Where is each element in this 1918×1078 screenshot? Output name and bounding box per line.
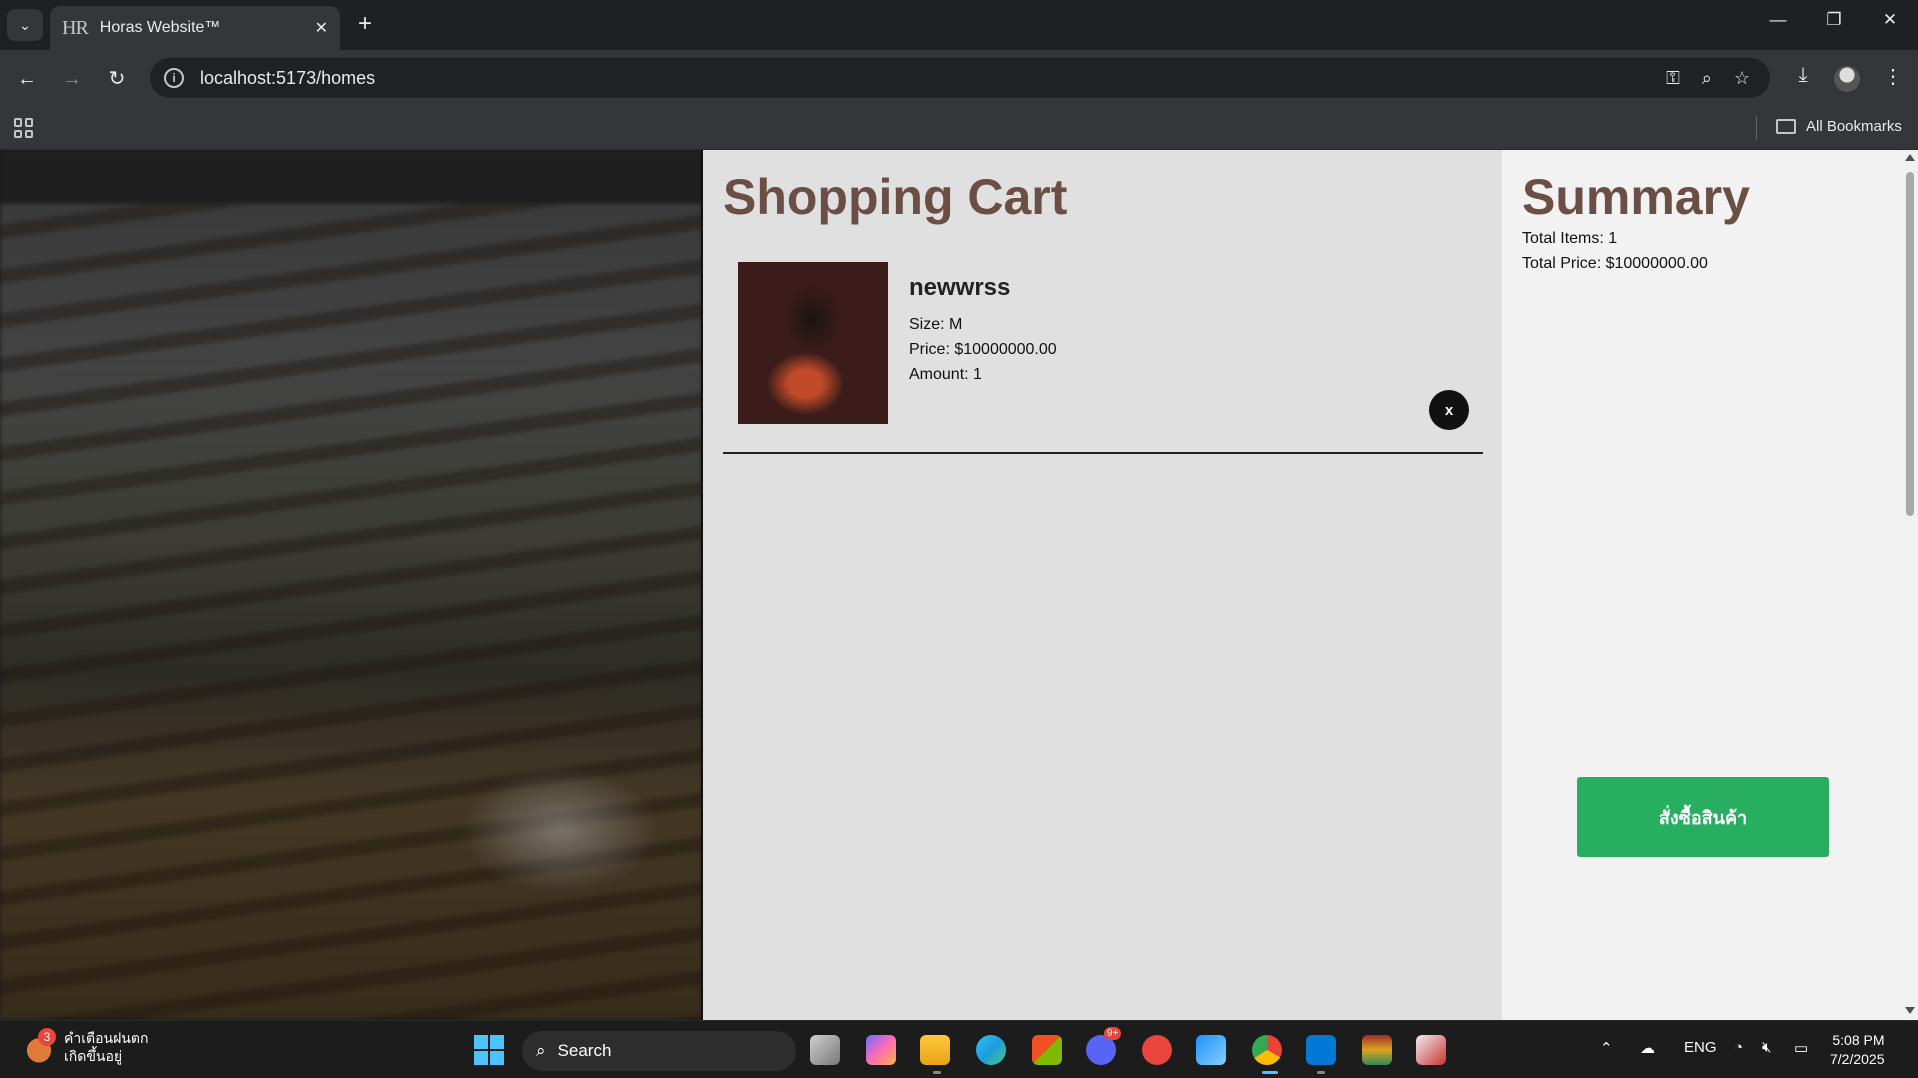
forward-icon[interactable]: → [57, 64, 87, 94]
cart-item: newwrss Size: M Price: $10000000.00 Amou… [723, 254, 1483, 454]
bookmarks-divider [1756, 116, 1757, 140]
summary-panel: Summary Total Items: 1 Total Price: $100… [1502, 150, 1902, 1020]
taskbar-search-label: Search [557, 1041, 612, 1060]
back-icon[interactable]: ← [12, 64, 42, 94]
restore-icon[interactable]: ❐ [1814, 10, 1854, 30]
scroll-up-icon[interactable] [1905, 154, 1915, 161]
wifi-icon[interactable]: ◔ [1734, 1039, 1743, 1056]
product-size: Size: M [909, 316, 963, 333]
discord-icon[interactable]: 9+ [1086, 1027, 1122, 1065]
tab-strip: ⌄ HR Horas Website™ ✕ + — ❐ ✕ [0, 0, 1918, 50]
scroll-thumb[interactable] [1906, 172, 1914, 516]
start-button[interactable] [474, 1035, 504, 1065]
site-info-icon[interactable]: i [164, 68, 184, 88]
bookmarks-bar: All Bookmarks [0, 106, 1918, 150]
task-view-icon[interactable] [810, 1035, 840, 1065]
all-bookmarks-button[interactable]: All Bookmarks [1776, 118, 1902, 135]
cart-title: Shopping Cart [723, 169, 1068, 225]
total-items: Total Items: 1 [1522, 230, 1618, 247]
photos-icon[interactable] [1196, 1035, 1226, 1065]
chevron-down-icon: ⌄ [19, 16, 31, 33]
browser-toolbar: ← → ↻ i localhost:5173/homes ⚿ ⌕ ☆ ⤓ ⋮ [0, 50, 1918, 106]
scroll-down-icon[interactable] [1905, 1007, 1915, 1014]
running-indicator [1317, 1071, 1325, 1074]
weather-widget[interactable]: 3 คำเตือนฝนตก เกิดขึ้นอยู่ [22, 1028, 149, 1065]
search-icon: ⌕ [536, 1041, 546, 1060]
summary-title: Summary [1522, 169, 1750, 225]
page-viewport: Shopping Cart newwrss Size: M Price: $10… [0, 150, 1918, 1020]
tray-chevron-icon[interactable]: ⌃ [1600, 1039, 1613, 1057]
page-scrollbar[interactable] [1902, 150, 1918, 1020]
ms-store-icon[interactable] [1032, 1035, 1062, 1065]
weather-alert-line1: คำเตือนฝนตก [64, 1030, 149, 1046]
download-icon[interactable]: ⤓ [1788, 64, 1818, 87]
battery-icon[interactable]: ▭ [1794, 1039, 1808, 1057]
product-price: Price: $10000000.00 [909, 341, 1057, 358]
snipping-tool-icon[interactable] [1416, 1035, 1446, 1065]
shopping-cart-panel: Shopping Cart newwrss Size: M Price: $10… [701, 150, 1502, 1020]
menu-icon[interactable]: ⋮ [1878, 64, 1908, 89]
zoom-icon[interactable]: ⌕ [1702, 68, 1712, 89]
folder-icon [1776, 119, 1796, 134]
password-key-icon[interactable]: ⚿ [1666, 68, 1680, 89]
discord-badge: 9+ [1104, 1027, 1122, 1040]
tab-close-icon[interactable]: ✕ [315, 18, 328, 38]
new-tab-button[interactable]: + [350, 12, 380, 38]
running-indicator [933, 1071, 941, 1074]
chrome-icon[interactable] [1252, 1035, 1282, 1065]
vscode-icon[interactable] [1306, 1035, 1336, 1065]
profile-avatar[interactable] [1834, 66, 1860, 92]
windows-taskbar: 3 คำเตือนฝนตก เกิดขึ้นอยู่ ⌕ Search 9+ ⌃… [0, 1020, 1918, 1078]
ea-app-icon[interactable] [1142, 1035, 1172, 1065]
onedrive-icon[interactable]: ☁ [1640, 1039, 1655, 1057]
all-bookmarks-label: All Bookmarks [1806, 118, 1902, 135]
weather-badge: 3 [38, 1028, 56, 1046]
tab-title: Horas Website™ [99, 19, 221, 36]
reload-icon[interactable]: ↻ [102, 64, 132, 94]
clock-time: 5:08 PM [1832, 1032, 1885, 1048]
checkout-button[interactable]: สั่งซื้อสินค้า [1577, 777, 1829, 857]
apps-grid-icon[interactable] [14, 118, 34, 138]
weather-alert-line2: เกิดขึ้นอยู่ [64, 1048, 123, 1064]
url-text: localhost:5173/homes [200, 67, 376, 88]
volume-muted-icon[interactable]: 🔇︎ [1762, 1039, 1771, 1056]
close-window-icon[interactable]: ✕ [1870, 10, 1910, 30]
winrar-icon[interactable] [1362, 1035, 1392, 1065]
product-amount: Amount: 1 [909, 366, 982, 383]
address-bar[interactable]: i localhost:5173/homes ⚿ ⌕ ☆ [150, 58, 1770, 98]
product-image [738, 262, 888, 424]
total-price: Total Price: $10000000.00 [1522, 255, 1708, 272]
copilot-icon[interactable] [866, 1035, 896, 1065]
file-explorer-icon[interactable] [920, 1035, 950, 1065]
tab-search-button[interactable]: ⌄ [7, 9, 43, 41]
active-indicator [1262, 1071, 1278, 1074]
bookmark-star-icon[interactable]: ☆ [1734, 68, 1750, 89]
system-clock[interactable]: 5:08 PM 7/2/2025 [1830, 1031, 1885, 1069]
overlay-backdrop[interactable] [0, 150, 702, 1020]
edge-icon[interactable] [976, 1035, 1006, 1065]
tab-favicon: HR [62, 16, 89, 39]
weather-icon: 3 [22, 1028, 56, 1064]
taskbar-search[interactable]: ⌕ Search [522, 1031, 796, 1071]
browser-tab[interactable]: HR Horas Website™ ✕ [50, 6, 340, 50]
clock-date: 7/2/2025 [1830, 1051, 1885, 1067]
remove-item-button[interactable]: x [1429, 390, 1469, 430]
minimize-icon[interactable]: — [1758, 10, 1798, 30]
language-indicator[interactable]: ENG [1684, 1039, 1717, 1056]
product-name: newwrss [909, 274, 1011, 301]
